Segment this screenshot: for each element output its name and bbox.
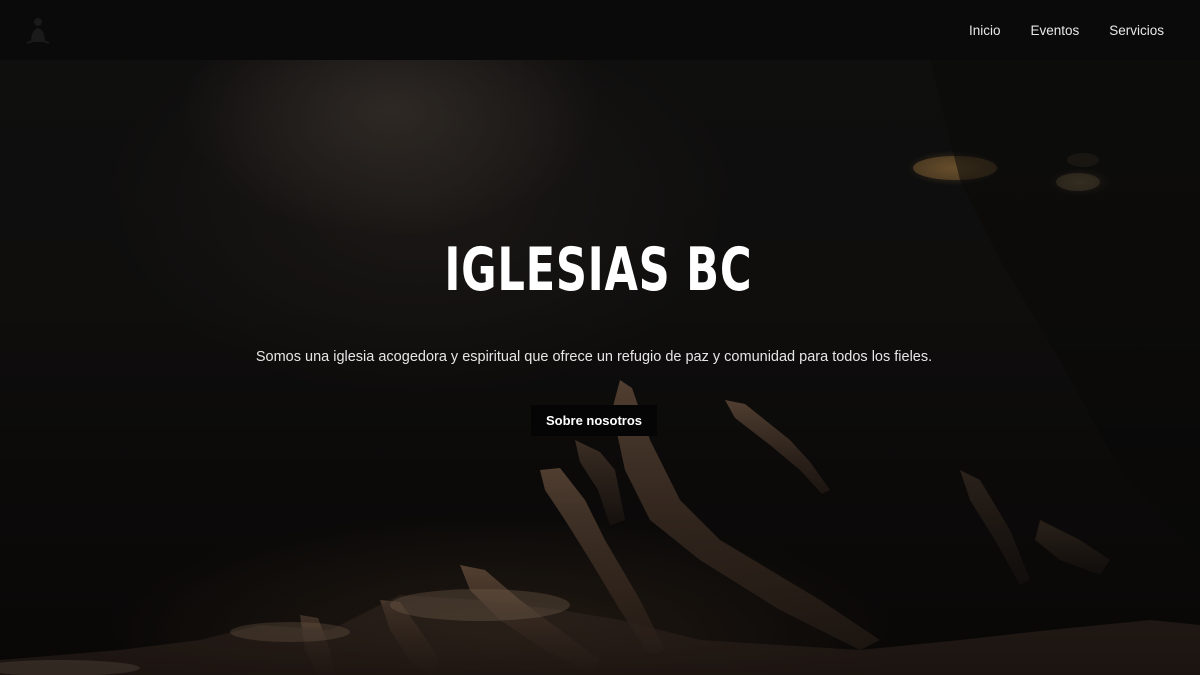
hero-section: IGLESIAS BC Somos una iglesia acogedora … [0, 0, 1200, 675]
about-us-button[interactable]: Sobre nosotros [531, 405, 657, 436]
nav-link-inicio[interactable]: Inicio [969, 23, 1001, 38]
page: Inicio Eventos Servicios IGLESIAS BC Som… [0, 0, 1200, 675]
nav-links: Inicio Eventos Servicios [969, 23, 1164, 38]
praying-person-icon[interactable] [24, 16, 52, 44]
nav-link-eventos[interactable]: Eventos [1030, 23, 1079, 38]
nav-link-servicios[interactable]: Servicios [1109, 23, 1164, 38]
navbar: Inicio Eventos Servicios [0, 0, 1200, 60]
hero-subtitle: Somos una iglesia acogedora y espiritual… [255, 349, 933, 365]
hero-title: IGLESIAS BC [444, 235, 753, 305]
